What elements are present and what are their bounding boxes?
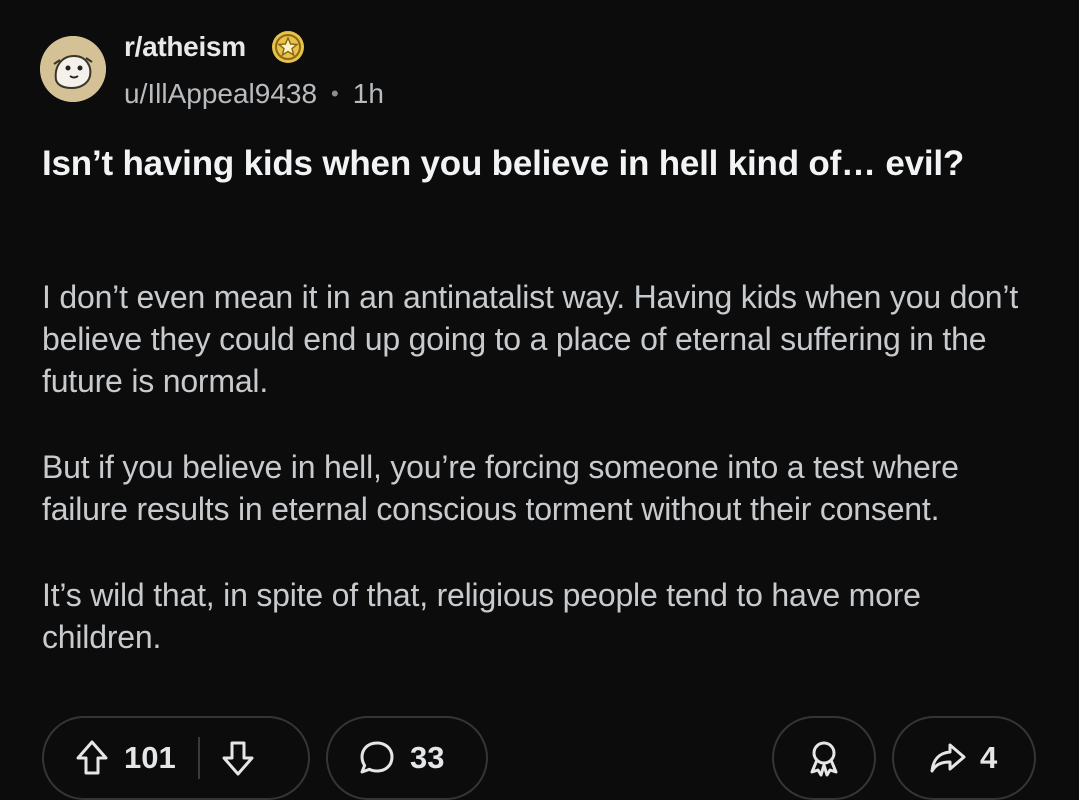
- comment-count: 33: [410, 740, 445, 775]
- post-card: r/atheism u/IllAppeal9438 • 1h Isn’t hav…: [0, 0, 1079, 800]
- avatar-icon: [40, 36, 106, 102]
- share-count: 4: [980, 740, 998, 775]
- post-body: I don’t even mean it in an antinatalist …: [42, 276, 1042, 658]
- user-row: u/IllAppeal9438 • 1h: [124, 78, 524, 110]
- award-ribbon-icon: [804, 738, 844, 778]
- post-meta: r/atheism u/IllAppeal9438 • 1h: [124, 30, 524, 110]
- vote-control: 101: [42, 716, 310, 800]
- post-title[interactable]: Isn’t having kids when you believe in he…: [42, 140, 1042, 188]
- downvote-arrow-icon[interactable]: [220, 738, 256, 778]
- author-username[interactable]: u/IllAppeal9438: [124, 78, 317, 110]
- post-timestamp: 1h: [352, 78, 384, 109]
- achievement-badge-icon[interactable]: [270, 29, 306, 65]
- share-button[interactable]: 4: [892, 716, 1036, 800]
- meta-separator: •: [331, 81, 339, 106]
- body-paragraph: It’s wild that, in spite of that, religi…: [42, 577, 921, 655]
- award-button[interactable]: [772, 716, 876, 800]
- vote-divider: [197, 737, 200, 779]
- comments-button[interactable]: 33: [326, 716, 488, 800]
- body-paragraph: But if you believe in hell, you’re forci…: [42, 449, 959, 527]
- body-paragraph: I don’t even mean it in an antinatalist …: [42, 279, 1019, 399]
- share-arrow-icon: [928, 740, 968, 776]
- upvote-arrow-icon[interactable]: [74, 738, 110, 778]
- subreddit-row: r/atheism: [124, 30, 524, 64]
- action-bar: 101 33 4: [0, 716, 1079, 800]
- vote-count: 101: [124, 740, 176, 775]
- subreddit-name[interactable]: r/atheism: [124, 31, 246, 63]
- comment-bubble-icon: [358, 739, 396, 777]
- subreddit-avatar[interactable]: [40, 36, 106, 102]
